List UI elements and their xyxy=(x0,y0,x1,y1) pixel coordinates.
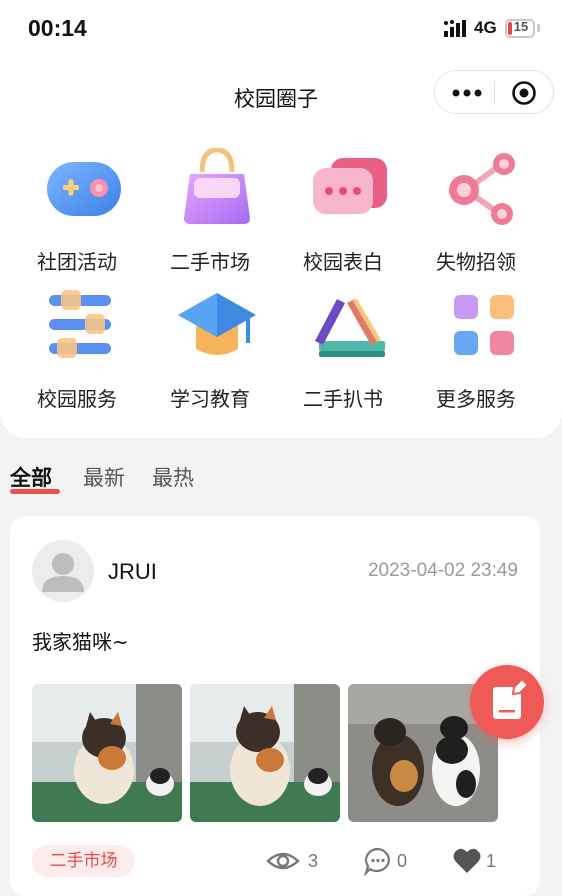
battery-icon: 15 xyxy=(505,19,535,38)
apps-grid-icon xyxy=(454,295,514,355)
tab-latest[interactable]: 最新 xyxy=(83,462,125,492)
views-stat: 3 xyxy=(266,846,326,876)
tab-all[interactable]: 全部 xyxy=(10,462,52,492)
post-username[interactable]: JRUI xyxy=(108,559,157,585)
grid-item-second-hand-market[interactable]: 二手市场 xyxy=(143,148,277,276)
grid-label: 二手扒书 xyxy=(303,387,383,411)
user-placeholder-icon xyxy=(42,553,84,592)
heart-icon xyxy=(453,848,481,873)
gamepad-icon xyxy=(47,162,121,216)
handbag-icon xyxy=(184,148,250,224)
top-panel: 00:14 4G 15 校园圈子 社团活动 二手市场 校园表白 失物招领 校园服… xyxy=(0,0,562,438)
grid-label: 社团活动 xyxy=(37,250,117,274)
post-category-tag[interactable]: 二手市场 xyxy=(32,845,135,877)
eye-icon xyxy=(266,852,300,870)
capsule-divider xyxy=(494,81,495,105)
grid-item-club-activities[interactable]: 社团活动 xyxy=(10,148,144,276)
graduation-cap-icon xyxy=(178,293,256,355)
status-bar: 00:14 4G 15 xyxy=(0,0,562,56)
edit-note-icon xyxy=(493,677,530,719)
post-time: 2023-04-02 23:49 xyxy=(367,560,518,581)
post-photo[interactable] xyxy=(190,684,340,822)
signal-icon xyxy=(444,20,466,37)
grid-label: 更多服务 xyxy=(436,387,516,411)
cat-photo-image xyxy=(32,684,182,822)
post-card[interactable]: JRUI 2023-04-02 23:49 我家猫咪~ 二手市场 3 0 1 xyxy=(10,516,540,896)
target-close-icon[interactable] xyxy=(511,80,537,106)
avatar[interactable] xyxy=(32,540,94,602)
books-icon xyxy=(315,299,385,357)
grid-item-campus-confession[interactable]: 校园表白 xyxy=(276,148,410,276)
post-text: 我家猫咪~ xyxy=(32,630,129,654)
grid-label: 校园表白 xyxy=(303,250,383,274)
feed-tabs: 全部 最新 最热 xyxy=(0,462,562,502)
battery-level: 15 xyxy=(513,19,529,34)
post-photo[interactable] xyxy=(32,684,182,822)
comments-count: 0 xyxy=(397,851,408,871)
tab-hottest[interactable]: 最热 xyxy=(152,462,194,492)
grid-label: 学习教育 xyxy=(170,387,250,411)
grid-label: 校园服务 xyxy=(37,387,117,411)
likes-stat[interactable]: 1 xyxy=(452,846,512,876)
grid-item-campus-services[interactable]: 校园服务 xyxy=(10,285,144,413)
grid-item-study-education[interactable]: 学习教育 xyxy=(143,285,277,413)
chat-bubble-icon xyxy=(313,158,387,214)
grid-item-more-services[interactable]: 更多服务 xyxy=(409,285,543,413)
views-count: 3 xyxy=(308,851,319,871)
battery-cap xyxy=(537,24,540,32)
compose-post-button[interactable] xyxy=(470,665,544,739)
comments-stat[interactable]: 0 xyxy=(363,846,423,876)
more-dots-icon[interactable] xyxy=(449,83,485,103)
mini-program-capsule xyxy=(434,70,554,114)
comment-icon xyxy=(363,847,390,876)
grid-label: 失物招领 xyxy=(436,250,516,274)
status-time: 00:14 xyxy=(28,15,87,41)
grid-item-lost-and-found[interactable]: 失物招领 xyxy=(409,148,543,276)
likes-count: 1 xyxy=(486,851,497,871)
grid-item-second-hand-books[interactable]: 二手扒书 xyxy=(276,285,410,413)
network-type: 4G xyxy=(474,18,497,37)
cat-photo-image xyxy=(190,684,340,822)
sliders-icon xyxy=(49,290,111,358)
share-nodes-icon xyxy=(449,153,515,225)
grid-label: 二手市场 xyxy=(170,250,250,274)
